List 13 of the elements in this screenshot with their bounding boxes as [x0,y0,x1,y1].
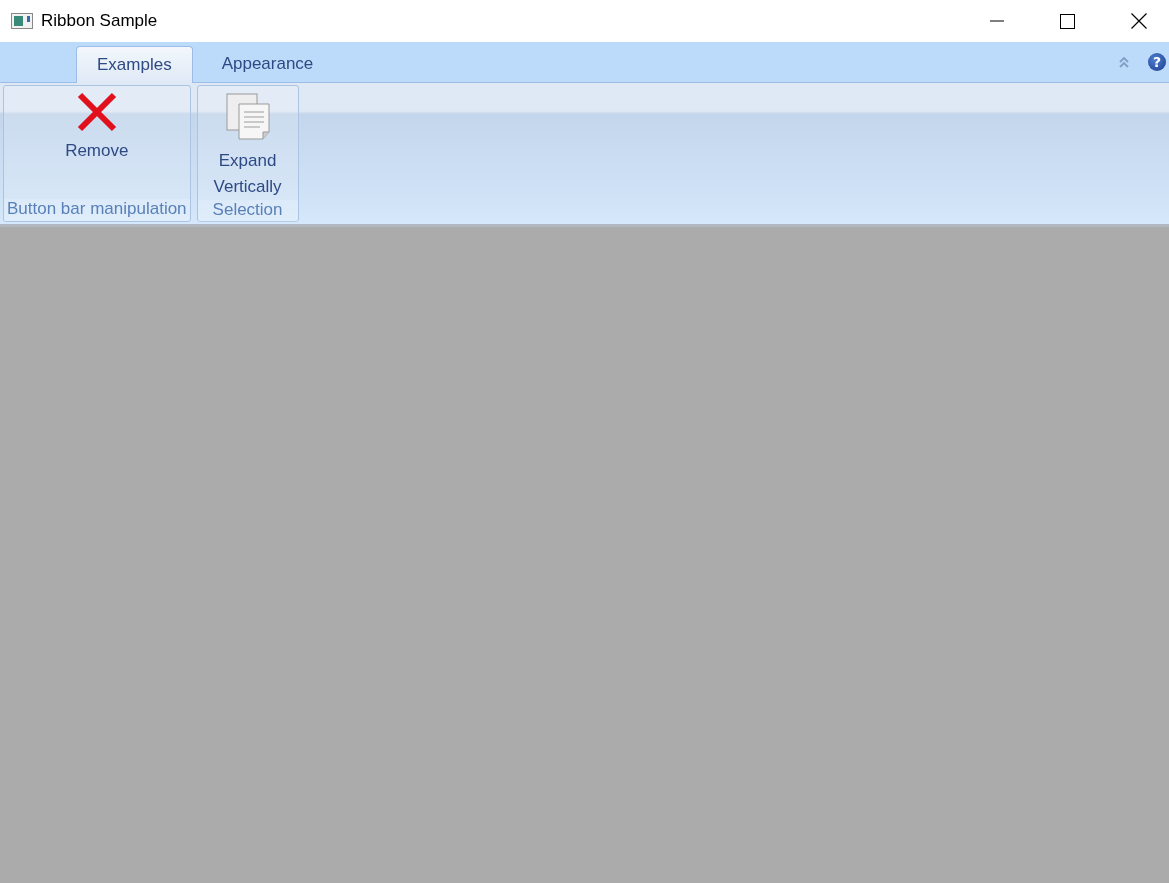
app-icon [11,13,33,29]
cross-icon [76,92,117,132]
ribbon-tab[interactable]: Examples [76,46,193,83]
close-icon[interactable] [1131,13,1147,29]
window-title: Ribbon Sample [41,11,158,31]
group-label: Selection [197,200,298,222]
ribbon-button[interactable]: Remove [4,86,190,199]
help-icon[interactable]: ? [1148,53,1166,71]
maximize-icon[interactable] [1060,13,1075,29]
ribbon-button[interactable]: Expand Vertically [197,86,298,200]
ribbon-tab[interactable]: Appearance [200,46,335,82]
group-label: Button bar manipulation [4,199,190,221]
documents-icon [223,92,272,142]
